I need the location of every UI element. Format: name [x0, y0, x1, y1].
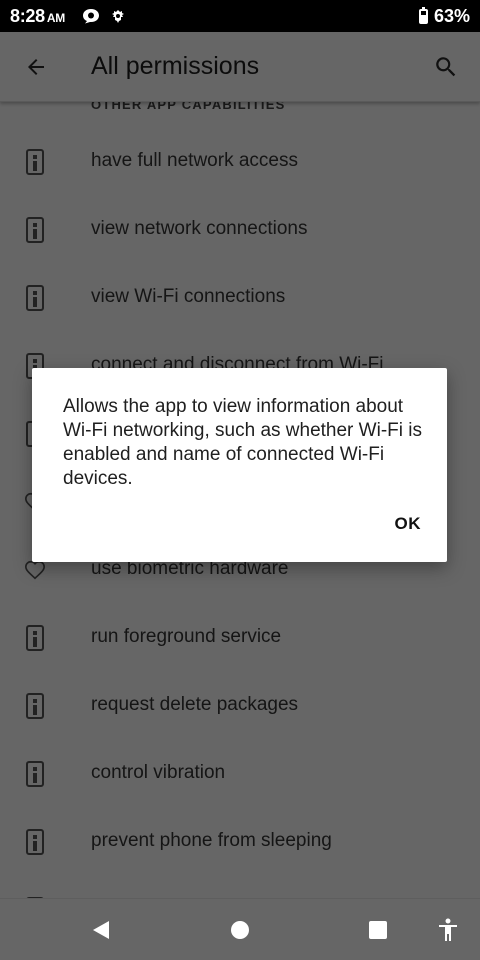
nav-home-icon — [231, 921, 249, 939]
page-title: All permissions — [91, 52, 260, 80]
info-icon — [24, 760, 46, 788]
list-item-label: have full network access — [91, 150, 298, 171]
info-icon — [24, 284, 46, 312]
list-item[interactable]: run foreground service — [0, 604, 480, 672]
list-item[interactable]: have full network access — [0, 128, 480, 196]
list-item[interactable] — [0, 876, 480, 898]
info-icon — [24, 148, 46, 176]
nav-back-icon — [93, 921, 109, 939]
status-right: 63% — [418, 6, 470, 27]
list-item-label: prevent phone from sleeping — [91, 830, 332, 851]
status-time: 8:28 AM — [10, 6, 65, 27]
list-item-label: request delete packages — [91, 694, 299, 715]
battery-icon — [418, 7, 428, 24]
back-button[interactable] — [16, 50, 56, 84]
list-item[interactable]: control vibration — [0, 740, 480, 808]
info-icon — [24, 624, 46, 652]
navigation-bar — [0, 898, 480, 960]
accessibility-icon — [439, 918, 457, 941]
list-item-label: run foreground service — [91, 626, 282, 647]
section-header: OTHER APP CAPABILITIES — [91, 102, 286, 112]
nav-home-button[interactable] — [225, 915, 255, 945]
nav-recents-button[interactable] — [363, 915, 393, 945]
search-icon — [436, 57, 456, 77]
list-item[interactable]: prevent phone from sleeping — [0, 808, 480, 876]
list-item[interactable]: request delete packages — [0, 672, 480, 740]
list-item[interactable]: view network connections — [0, 196, 480, 264]
nav-recents-icon — [369, 921, 387, 939]
battery-percent: 63% — [433, 6, 470, 26]
info-icon — [24, 692, 46, 720]
ok-button[interactable]: OK — [395, 514, 422, 534]
status-bar: 8:28 AM 63% — [0, 0, 480, 32]
list-item-label: control vibration — [91, 762, 226, 783]
bug-icon — [110, 8, 126, 29]
list-item-label: view Wi-Fi connections — [91, 286, 286, 307]
dialog-message: Allows the app to view information about… — [63, 396, 422, 489]
chat-bubble-icon — [82, 8, 100, 29]
list-item[interactable]: view Wi-Fi connections — [0, 264, 480, 332]
list-item-label: view network connections — [91, 218, 308, 239]
status-time-value: 8:28 — [10, 6, 45, 26]
permission-info-dialog: Allows the app to view information about… — [32, 368, 447, 562]
info-icon — [24, 828, 46, 856]
nav-back-button[interactable] — [86, 915, 116, 945]
accessibility-button[interactable] — [433, 915, 463, 945]
info-icon — [24, 216, 46, 244]
arrow-back-icon — [28, 59, 44, 75]
search-button[interactable] — [426, 50, 466, 84]
status-time-ampm: AM — [46, 11, 65, 25]
app-bar: All permissions — [0, 32, 480, 102]
